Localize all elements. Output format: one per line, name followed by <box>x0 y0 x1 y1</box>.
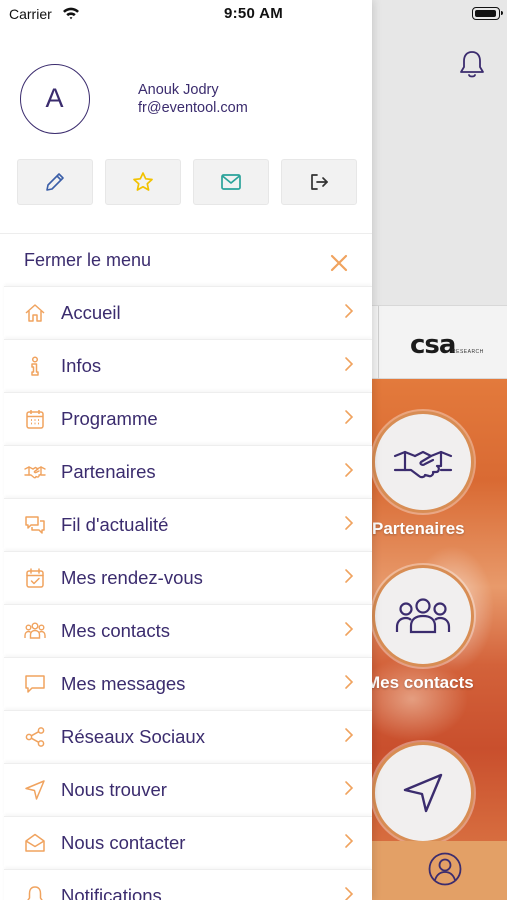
menu-item-label: Programme <box>61 408 158 429</box>
chat-bubbles-icon <box>25 516 45 534</box>
menu-item-programme[interactable]: Programme <box>4 392 372 445</box>
people-icon <box>24 622 46 639</box>
people-icon <box>395 598 451 634</box>
calendar-icon <box>26 410 44 429</box>
edit-profile-button[interactable] <box>17 159 93 205</box>
menu-item-partenaires[interactable]: Partenaires <box>4 445 372 498</box>
battery-icon <box>472 7 503 20</box>
menu-item-infos[interactable]: Infos <box>4 339 372 392</box>
notification-bell-icon[interactable] <box>457 48 487 80</box>
user-email: fr@eventool.com <box>138 100 248 116</box>
tile-partenaires[interactable] <box>372 411 474 513</box>
menu-item-reseaux-sociaux[interactable]: Réseaux Sociaux <box>4 710 372 763</box>
handshake-icon <box>393 450 453 479</box>
envelope-icon <box>221 174 241 190</box>
home-icon <box>25 304 45 322</box>
clock: 9:50 AM <box>223 5 284 22</box>
avatar-initial: A <box>45 83 64 113</box>
chevron-right-icon <box>345 463 354 477</box>
bell-icon <box>27 886 43 900</box>
menu-item-label: Fil d'actualité <box>61 514 169 535</box>
chevron-right-icon <box>345 516 354 530</box>
chevron-right-icon <box>345 622 354 636</box>
menu-item-accueil[interactable]: Accueil <box>4 286 372 339</box>
message-icon <box>25 675 45 693</box>
menu-item-label: Mes contacts <box>61 620 170 641</box>
close-menu-row[interactable]: Fermer le menu <box>0 233 372 286</box>
info-icon <box>31 356 39 376</box>
profile-icon[interactable] <box>427 851 463 887</box>
menu-item-label: Mes rendez-vous <box>61 567 203 588</box>
chevron-right-icon <box>345 569 354 583</box>
tile-nous-trouver[interactable] <box>372 742 474 844</box>
chevron-right-icon <box>345 357 354 371</box>
close-icon[interactable] <box>329 253 349 273</box>
menu-item-notifications[interactable]: Notifications <box>4 869 372 900</box>
menu-item-mes-contacts[interactable]: Mes contacts <box>4 604 372 657</box>
side-menu-drawer: A Anouk Jodry fr@eventool.com Fermer le … <box>0 0 372 900</box>
chevron-right-icon <box>345 304 354 318</box>
chevron-right-icon <box>345 834 354 848</box>
share-icon <box>25 727 45 747</box>
tile-mes-contacts[interactable] <box>372 565 474 667</box>
sponsor-logo-subtitle: RESEARCH <box>452 349 484 355</box>
location-arrow-icon <box>25 780 45 800</box>
chevron-right-icon <box>345 410 354 424</box>
menu-item-fil-actualite[interactable]: Fil d'actualité <box>4 498 372 551</box>
menu-item-label: Accueil <box>61 302 121 323</box>
chevron-right-icon <box>345 675 354 689</box>
messages-button[interactable] <box>193 159 269 205</box>
calendar-check-icon <box>26 568 44 588</box>
favorites-button[interactable] <box>105 159 181 205</box>
navigation-menu: Accueil Infos Programme Partenaires Fil … <box>0 286 372 900</box>
chevron-right-icon <box>345 728 354 742</box>
menu-item-nous-contacter[interactable]: Nous contacter <box>4 816 372 869</box>
menu-item-label: Nous trouver <box>61 779 167 800</box>
handshake-icon <box>24 466 46 479</box>
tile-label-mes-contacts: Mes contacts <box>366 673 474 692</box>
menu-item-label: Infos <box>61 355 102 376</box>
logout-button[interactable] <box>281 159 357 205</box>
star-icon <box>133 172 153 191</box>
avatar[interactable]: A <box>20 64 90 134</box>
menu-item-label: Partenaires <box>61 461 156 482</box>
close-menu-label: Fermer le menu <box>24 250 152 270</box>
menu-item-label: Réseaux Sociaux <box>61 726 205 747</box>
location-arrow-icon <box>403 773 443 813</box>
sponsor-logo: csa <box>410 330 456 360</box>
logout-icon <box>311 174 328 190</box>
menu-item-mes-messages[interactable]: Mes messages <box>4 657 372 710</box>
menu-item-label: Notifications <box>61 885 162 900</box>
chevron-right-icon <box>345 887 354 900</box>
pencil-icon <box>46 173 64 191</box>
chevron-right-icon <box>345 781 354 795</box>
menu-item-nous-trouver[interactable]: Nous trouver <box>4 763 372 816</box>
open-envelope-icon <box>25 833 45 852</box>
user-name: Anouk Jodry <box>138 82 219 98</box>
menu-item-mes-rendez-vous[interactable]: Mes rendez-vous <box>4 551 372 604</box>
tile-label-partenaires: Partenaires <box>372 519 465 538</box>
menu-item-label: Mes messages <box>61 673 186 694</box>
menu-item-label: Nous contacter <box>61 832 186 853</box>
status-bar: Carrier 9:50 AM <box>0 0 507 28</box>
